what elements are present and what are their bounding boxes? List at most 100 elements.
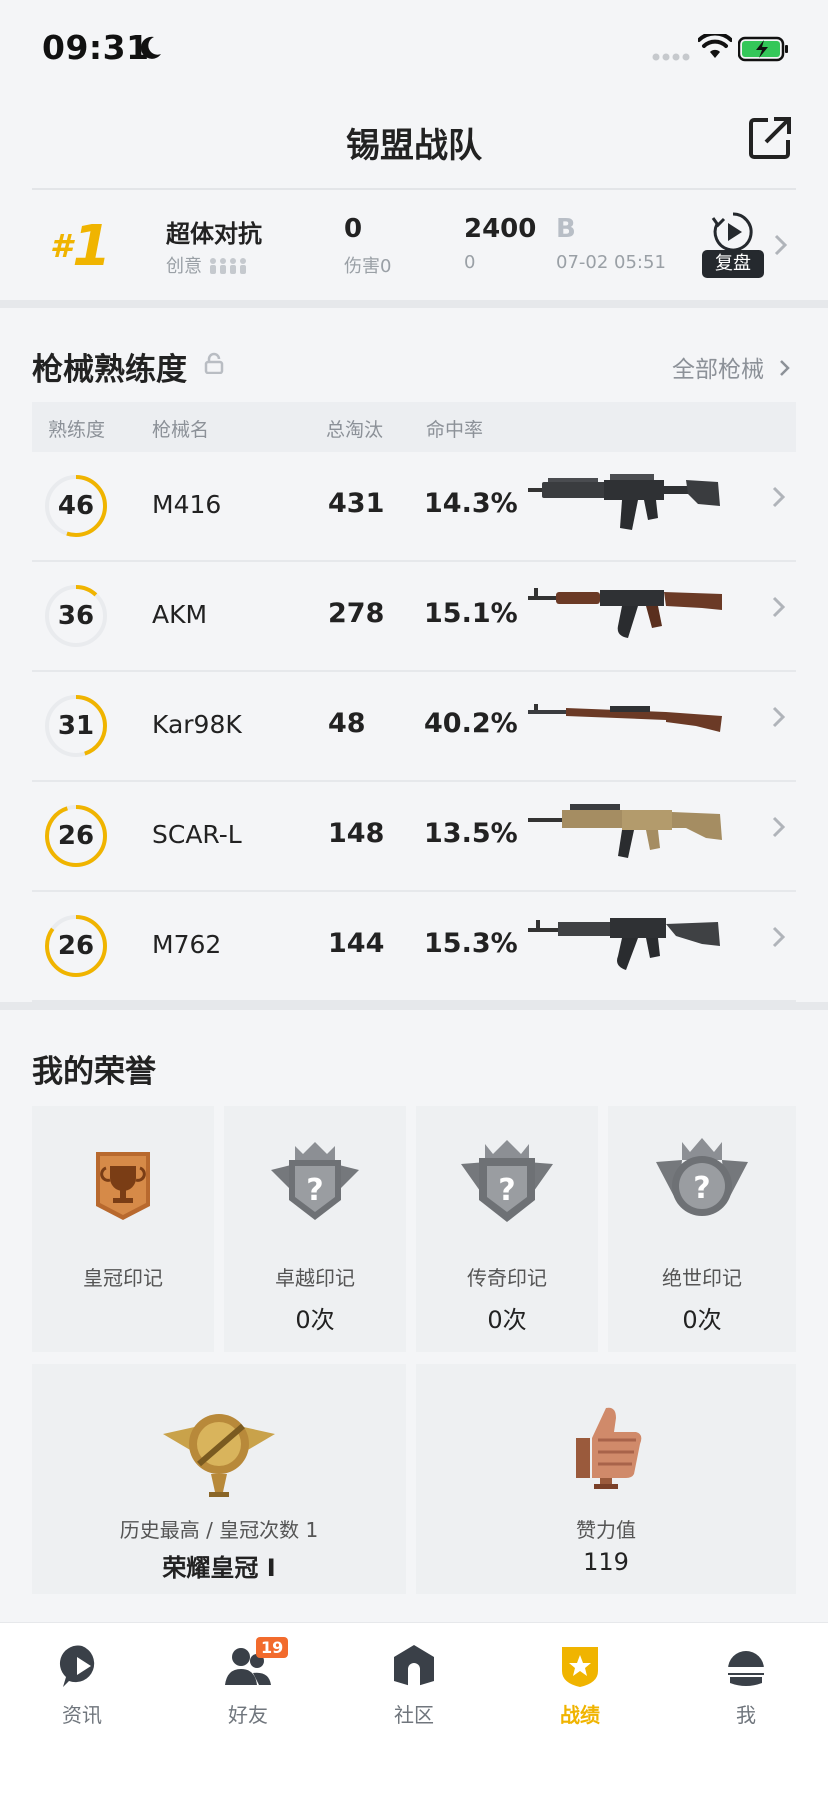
thumbs-up-icon [576, 1407, 642, 1489]
legend-mark-card[interactable]: ? 传奇印记 0次 [416, 1106, 598, 1352]
weapon-row[interactable]: 26 M762 144 15.3% [32, 892, 796, 1002]
chevron-right-icon[interactable] [772, 926, 786, 948]
weapon-accuracy: 14.3% [424, 488, 518, 519]
history-highest-card[interactable]: 历史最高 / 皇冠次数 1 荣耀皇冠 I [32, 1364, 406, 1594]
weapon-accuracy: 40.2% [424, 708, 518, 739]
weapon-row[interactable]: 46 M416 431 14.3% [32, 452, 796, 562]
weapon-accuracy: 13.5% [424, 818, 518, 849]
weapon-row[interactable]: 36 AKM 278 15.1% [32, 562, 796, 672]
match-mode-sub: 创意 [166, 252, 250, 278]
glory-crown-emblem-icon [163, 1414, 275, 1497]
players-icon [209, 258, 246, 274]
tab-community[interactable]: 社区 [344, 1643, 484, 1728]
tab-records[interactable]: 战绩 [510, 1643, 650, 1728]
weapon-name: M762 [152, 930, 222, 959]
chevron-right-icon[interactable] [772, 596, 786, 618]
proficiency-level: 36 [57, 601, 95, 631]
weapon-name: Kar98K [152, 710, 242, 739]
weapon-accuracy: 15.3% [424, 928, 518, 959]
weapon-section-title: 枪械熟练度 [32, 352, 187, 388]
match-grade: B [556, 214, 576, 244]
excellent-mark-card[interactable]: ? 卓越印记 0次 [224, 1106, 406, 1352]
legend-mark-label: 传奇印记 [467, 1266, 547, 1290]
tab-label: 资讯 [62, 1703, 102, 1727]
chevron-right-icon[interactable] [772, 816, 786, 838]
chevron-right-icon[interactable] [772, 486, 786, 508]
weapon-table-header: 熟练度 枪械名 总淘汰 命中率 [32, 402, 796, 452]
replay-button[interactable]: 复盘 [702, 210, 764, 284]
bottom-tab-bar: 资讯 19 好友 社区 战绩 我 [0, 1622, 828, 1793]
history-highest-value: 荣耀皇冠 I [162, 1554, 276, 1582]
tab-friends[interactable]: 19 好友 [178, 1637, 318, 1728]
page-title: 锡盟战队 [346, 126, 482, 166]
proficiency-level: 46 [57, 491, 95, 521]
replay-icon [711, 212, 753, 252]
rank-badge: #1 [50, 214, 112, 279]
status-time: 09:31 [42, 28, 150, 67]
honors-section-title: 我的荣誉 [32, 1054, 156, 1090]
tab-label: 好友 [228, 1703, 268, 1727]
tab-label: 社区 [394, 1703, 434, 1727]
m416-rifle-icon [528, 474, 720, 530]
likes-card[interactable]: 赞力值 119 [416, 1364, 796, 1594]
match-stat-2-sub: 0 [464, 252, 476, 273]
all-weapons-link[interactable]: 全部枪械 [672, 350, 791, 384]
chevron-right-icon[interactable] [774, 234, 788, 256]
chevron-right-icon [780, 360, 791, 376]
peerless-mark-label: 绝世印记 [662, 1266, 742, 1290]
svg-text:?: ? [498, 1173, 515, 1208]
weapon-name: M416 [152, 490, 222, 519]
community-icon [394, 1645, 434, 1687]
crown-mark-label: 皇冠印记 [83, 1266, 163, 1290]
proficiency-level: 26 [57, 931, 95, 961]
likes-value: 119 [583, 1548, 629, 1576]
crown-mark-card[interactable]: 皇冠印记 [32, 1106, 214, 1352]
weapon-kills: 278 [328, 598, 385, 629]
svg-text:?: ? [693, 1171, 710, 1206]
moon-icon [140, 36, 161, 59]
m762-rifle-icon [528, 918, 720, 970]
section-separator [0, 1002, 828, 1010]
weapon-name: AKM [152, 600, 208, 629]
proficiency-level: 26 [57, 821, 95, 851]
weapon-kills: 48 [328, 708, 366, 739]
weapon-row[interactable]: 31 Kar98K 48 40.2% [32, 672, 796, 782]
col-weapon-name: 枪械名 [152, 419, 210, 441]
excellent-mark-count: 0次 [295, 1306, 335, 1334]
replay-label: 复盘 [702, 250, 764, 278]
trophy-icon [96, 1152, 150, 1220]
history-highest-label: 历史最高 / 皇冠次数 1 [119, 1518, 319, 1542]
col-kills: 总淘汰 [326, 419, 384, 441]
match-mode: 超体对抗 [166, 220, 262, 248]
news-play-icon [59, 1645, 95, 1687]
match-time: 07-02 05:51 [556, 252, 666, 273]
match-stat-1: 0 [344, 214, 363, 244]
match-record-row[interactable] [0, 190, 828, 298]
locked-emblem-icon: ? [271, 1142, 359, 1220]
col-accuracy: 命中率 [426, 419, 484, 441]
locked-emblem-icon: ? [461, 1140, 553, 1222]
tab-news[interactable]: 资讯 [12, 1643, 152, 1728]
helmet-icon [728, 1651, 764, 1686]
lock-icon[interactable] [204, 352, 224, 374]
peerless-mark-count: 0次 [682, 1306, 722, 1334]
kar98k-rifle-icon [528, 704, 722, 732]
match-stat-2: 2400 [464, 214, 537, 244]
weapon-kills: 431 [328, 488, 385, 519]
tab-label: 我 [736, 1703, 756, 1727]
peerless-mark-card[interactable]: ? 绝世印记 0次 [608, 1106, 796, 1352]
wifi-icon [698, 34, 732, 58]
section-separator [0, 300, 828, 308]
share-icon[interactable] [748, 116, 792, 160]
records-shield-icon [562, 1647, 598, 1687]
tab-label: 战绩 [560, 1703, 600, 1727]
tab-me[interactable]: 我 [676, 1643, 816, 1728]
chevron-right-icon[interactable] [772, 706, 786, 728]
weapon-name: SCAR-L [152, 820, 242, 849]
friends-badge: 19 [256, 1637, 289, 1658]
weapon-row[interactable]: 26 SCAR-L 148 13.5% [32, 782, 796, 892]
scar-l-rifle-icon [528, 804, 722, 858]
locked-emblem-icon: ? [656, 1138, 748, 1216]
likes-label: 赞力值 [576, 1518, 636, 1542]
legend-mark-count: 0次 [487, 1306, 527, 1334]
